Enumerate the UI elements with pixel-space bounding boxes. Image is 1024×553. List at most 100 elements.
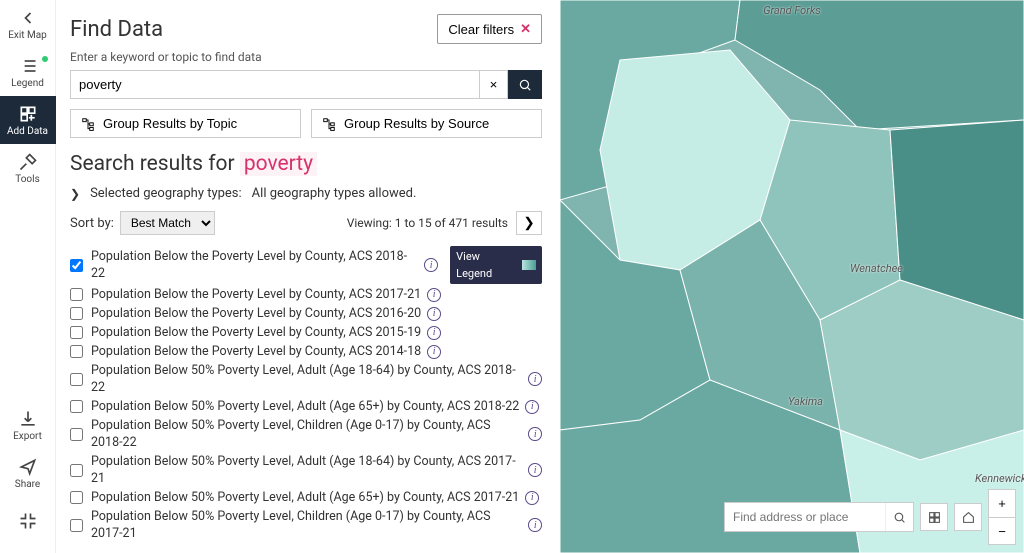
result-item: Population Below 50% Poverty Level, Adul… — [70, 361, 542, 397]
result-checkbox[interactable] — [70, 326, 83, 339]
download-icon — [18, 409, 38, 429]
share-button[interactable]: Share — [0, 449, 56, 497]
tree-icon — [81, 117, 95, 131]
clear-filters-button[interactable]: Clear filters ✕ — [437, 14, 542, 44]
group-by-topic-button[interactable]: Group Results by Topic — [70, 109, 301, 138]
result-label[interactable]: Population Below 50% Poverty Level, Adul… — [91, 453, 522, 487]
search-clear-button[interactable]: × — [480, 70, 508, 99]
geography-value: All geography types allowed. — [252, 186, 417, 201]
result-item: Population Below the Poverty Level by Co… — [70, 304, 542, 323]
legend-swatch-icon — [522, 260, 536, 270]
result-checkbox[interactable] — [70, 464, 83, 477]
sort-label: Sort by: — [70, 216, 114, 231]
result-checkbox[interactable] — [70, 400, 83, 413]
result-checkbox[interactable] — [70, 288, 83, 301]
info-icon[interactable]: i — [427, 307, 441, 321]
search-hint: Enter a keyword or topic to find data — [70, 50, 542, 64]
home-extent-button[interactable] — [954, 503, 982, 531]
tree-icon — [322, 117, 336, 131]
add-data-button[interactable]: Add Data — [0, 96, 56, 144]
result-checkbox[interactable] — [70, 428, 83, 441]
add-data-label: Add Data — [7, 126, 48, 137]
geography-filter-row[interactable]: ❯ Selected geography types: All geograph… — [70, 186, 542, 201]
result-item: Population Below 50% Poverty Level, Adul… — [70, 452, 542, 488]
info-icon[interactable]: i — [427, 345, 441, 359]
export-label: Export — [13, 431, 42, 442]
chevron-right-icon: ❯ — [70, 187, 80, 201]
panel-title: Find Data — [70, 17, 163, 42]
result-checkbox[interactable] — [70, 491, 83, 504]
search-input[interactable] — [70, 70, 480, 99]
view-legend-label: View Legend — [456, 248, 518, 282]
basemap-button[interactable] — [920, 503, 948, 531]
legend-button[interactable]: Legend — [0, 48, 56, 96]
info-icon[interactable]: i — [427, 326, 441, 340]
sort-select[interactable]: Best Match — [120, 211, 215, 235]
info-icon[interactable]: i — [424, 258, 438, 272]
result-label[interactable]: Population Below 50% Poverty Level, Adul… — [91, 489, 519, 506]
zoom-in-button[interactable]: + — [988, 489, 1016, 517]
info-icon[interactable]: i — [525, 400, 539, 414]
result-checkbox[interactable] — [70, 259, 83, 272]
result-label[interactable]: Population Below the Poverty Level by Co… — [91, 343, 421, 360]
map-area[interactable]: Grand Forks WenatcheeYakimaKennewick + − — [560, 0, 1024, 553]
exit-map-label: Exit Map — [8, 30, 47, 41]
search-icon — [893, 511, 906, 524]
share-icon — [18, 457, 38, 477]
group-by-source-button[interactable]: Group Results by Source — [311, 109, 542, 138]
exit-map-button[interactable]: Exit Map — [0, 0, 56, 48]
viewing-text: Viewing: 1 to 15 of 471 results — [347, 216, 508, 230]
group-by-topic-label: Group Results by Topic — [103, 116, 237, 131]
result-item: Population Below the Poverty Level by Co… — [70, 342, 542, 361]
fullscreen-button[interactable] — [0, 497, 56, 545]
info-icon[interactable]: i — [528, 372, 542, 386]
info-icon[interactable]: i — [525, 491, 539, 505]
geography-label: Selected geography types: — [90, 186, 242, 201]
map-search-button[interactable] — [885, 503, 913, 531]
result-checkbox[interactable] — [70, 373, 83, 386]
result-label[interactable]: Population Below the Poverty Level by Co… — [91, 305, 421, 322]
zoom-out-button[interactable]: − — [988, 517, 1016, 545]
legend-indicator-dot — [42, 56, 48, 62]
tools-button[interactable]: Tools — [0, 144, 56, 192]
results-title: Search results for poverty — [70, 152, 542, 176]
result-item: Population Below the Poverty Level by Co… — [70, 285, 542, 304]
left-sidebar: Exit Map Legend Add Data Tools Export — [0, 0, 56, 553]
map-search-input[interactable] — [725, 503, 885, 531]
info-icon[interactable]: i — [528, 463, 542, 477]
result-label[interactable]: Population Below 50% Poverty Level, Adul… — [91, 398, 519, 415]
chevron-right-icon: ❯ — [523, 215, 534, 230]
add-data-icon — [18, 104, 38, 124]
next-page-button[interactable]: ❯ — [516, 211, 542, 235]
result-label[interactable]: Population Below 50% Poverty Level, Chil… — [91, 508, 522, 542]
minimize-icon — [18, 511, 38, 531]
group-by-source-label: Group Results by Source — [344, 116, 489, 131]
result-item: Population Below 50% Poverty Level, Chil… — [70, 507, 542, 543]
result-label[interactable]: Population Below the Poverty Level by Co… — [91, 286, 421, 303]
result-label[interactable]: Population Below the Poverty Level by Co… — [91, 248, 418, 282]
view-legend-button[interactable]: View Legend — [450, 246, 542, 284]
info-icon[interactable]: i — [528, 518, 542, 532]
plus-icon: + — [998, 496, 1006, 511]
arrow-left-icon — [18, 8, 38, 28]
minus-icon: − — [998, 524, 1006, 539]
info-icon[interactable]: i — [528, 427, 542, 441]
results-list: Population Below the Poverty Level by Co… — [70, 245, 542, 543]
legend-icon — [18, 56, 38, 76]
export-button[interactable]: Export — [0, 401, 56, 449]
map-search — [724, 502, 914, 532]
search-submit-button[interactable] — [508, 70, 542, 99]
x-icon: × — [490, 77, 498, 92]
result-item: Population Below the Poverty Level by Co… — [70, 245, 542, 285]
result-checkbox[interactable] — [70, 307, 83, 320]
info-icon[interactable]: i — [427, 288, 441, 302]
result-label[interactable]: Population Below 50% Poverty Level, Chil… — [91, 417, 522, 451]
result-item: Population Below 50% Poverty Level, Adul… — [70, 488, 542, 507]
search-term-highlight: poverty — [240, 152, 317, 176]
result-label[interactable]: Population Below the Poverty Level by Co… — [91, 324, 421, 341]
result-checkbox[interactable] — [70, 345, 83, 358]
result-checkbox[interactable] — [70, 519, 83, 532]
map-controls: + − — [724, 489, 1016, 545]
result-item: Population Below 50% Poverty Level, Chil… — [70, 416, 542, 452]
result-label[interactable]: Population Below 50% Poverty Level, Adul… — [91, 362, 522, 396]
